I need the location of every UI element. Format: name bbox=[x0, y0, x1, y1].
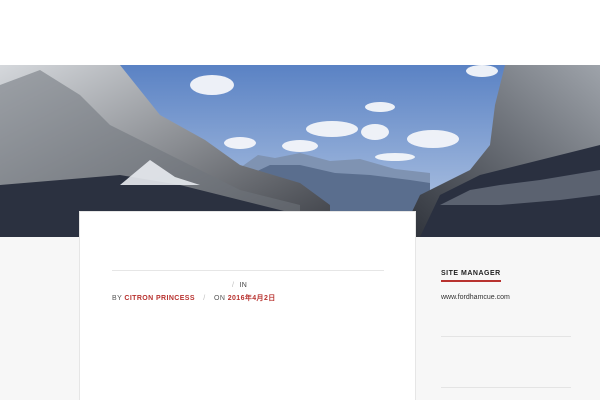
by-label: BY bbox=[112, 295, 123, 302]
post-category-meta: / IN bbox=[232, 282, 247, 289]
sidebar-divider bbox=[441, 387, 571, 388]
sidebar-widget: SITE MANAGER www.fordhamcue.com bbox=[441, 262, 571, 301]
post-card: / IN BY CITRON PRINCESS / ON 2016年4月2日 bbox=[79, 211, 416, 400]
widget-title: SITE MANAGER bbox=[441, 270, 501, 282]
author-link[interactable]: CITRON PRINCESS bbox=[124, 295, 195, 302]
site-header bbox=[0, 0, 600, 65]
site-link[interactable]: www.fordhamcue.com bbox=[441, 294, 571, 301]
meta-separator: / bbox=[203, 295, 206, 302]
post-meta: BY CITRON PRINCESS / ON 2016年4月2日 bbox=[112, 293, 276, 303]
sidebar-divider bbox=[441, 336, 571, 337]
category-label: IN bbox=[239, 282, 248, 289]
post-divider bbox=[112, 270, 384, 271]
meta-separator: / bbox=[232, 282, 235, 289]
on-label: ON bbox=[214, 295, 226, 302]
date-link[interactable]: 2016年4月2日 bbox=[228, 295, 276, 302]
